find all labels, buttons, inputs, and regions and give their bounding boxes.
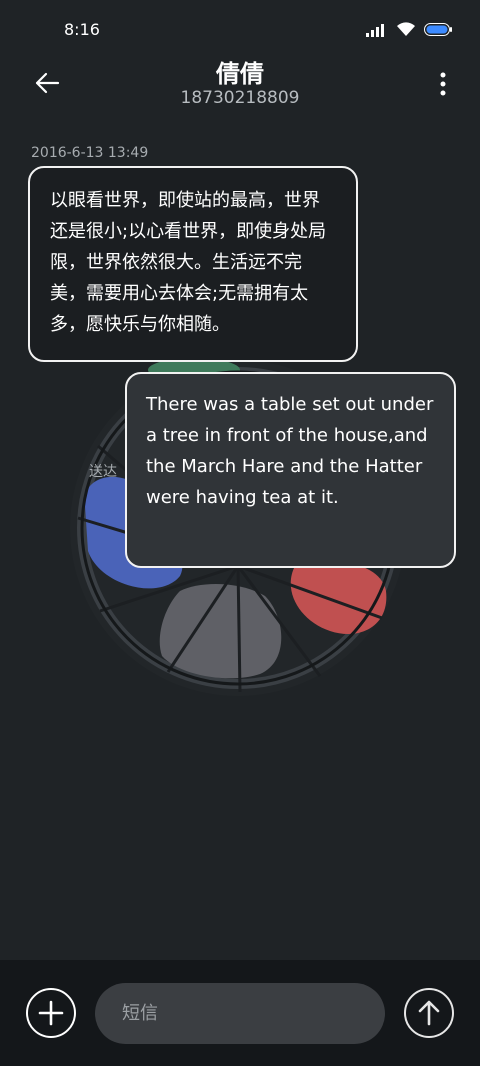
outgoing-message-bubble[interactable]: There was a table set out under a tree i…	[125, 372, 456, 568]
more-options-button[interactable]	[434, 70, 452, 98]
conversation-header: 倩倩 18730218809	[0, 52, 480, 116]
battery-icon	[424, 23, 452, 36]
incoming-message-bubble[interactable]: 以眼看世界，即使站的最高，世界还是很小;以心看世界，即使身处局限，世界依然很大。…	[28, 166, 358, 362]
more-vertical-icon	[440, 72, 446, 96]
status-icons	[366, 22, 452, 37]
arrow-up-icon	[418, 1000, 440, 1026]
send-button[interactable]	[404, 988, 454, 1038]
contact-name: 倩倩	[216, 60, 264, 88]
wifi-icon	[397, 22, 415, 36]
add-attachment-button[interactable]	[26, 988, 76, 1038]
status-time: 8:16	[64, 20, 100, 39]
composer-bar: 短信	[0, 960, 480, 1066]
signal-icon	[366, 23, 384, 37]
message-timestamp: 2016-6-13 13:49	[31, 145, 149, 161]
delivery-status: 送达	[89, 464, 117, 480]
message-input[interactable]: 短信	[95, 983, 385, 1044]
plus-icon	[38, 1000, 64, 1026]
status-bar: 8:16	[0, 0, 480, 60]
contact-phone-number: 18730218809	[180, 88, 300, 108]
